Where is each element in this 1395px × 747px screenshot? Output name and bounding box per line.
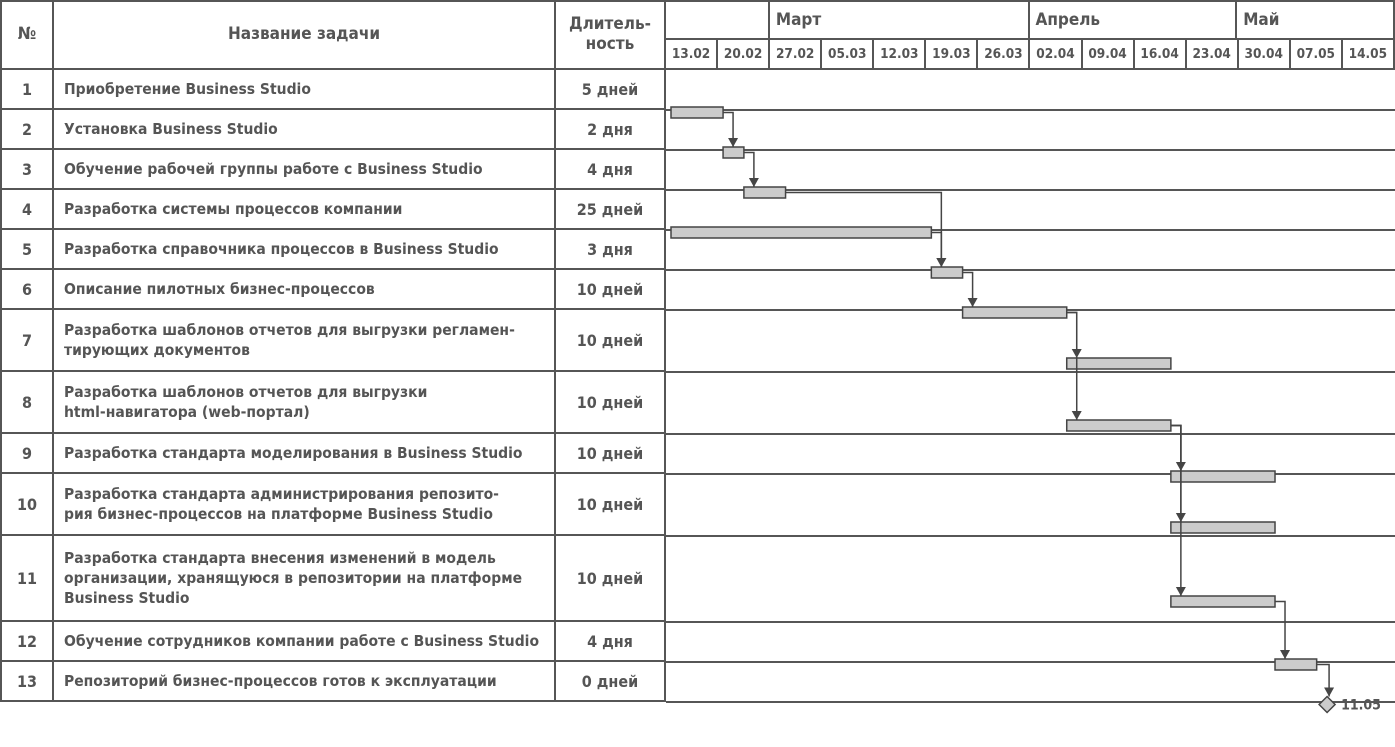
- milestone-label: 11.05: [1341, 698, 1381, 714]
- month-header: Май: [1237, 2, 1393, 38]
- task-name: Разработка шаблонов отчетов для выгрузки…: [54, 310, 556, 372]
- task-name: Приобретение Business Studio: [54, 70, 556, 110]
- task-no: 7: [0, 310, 54, 372]
- task-duration: 10 дней: [556, 372, 666, 434]
- task-duration: 10 дней: [556, 434, 666, 474]
- week-header: 19.03: [926, 40, 978, 68]
- task-no: 4: [0, 190, 54, 230]
- task-name: Обучение рабочей группы работе с Busines…: [54, 150, 556, 190]
- task-duration: 10 дней: [556, 536, 666, 622]
- week-header: 16.04: [1135, 40, 1187, 68]
- task-no: 11: [0, 536, 54, 622]
- gantt-bar: [931, 267, 962, 278]
- gantt-bar: [963, 307, 1067, 318]
- task-no: 10: [0, 474, 54, 536]
- task-duration: 2 дня: [556, 110, 666, 150]
- gantt-bar: [1171, 471, 1275, 482]
- task-no: 13: [0, 662, 54, 702]
- task-duration: 4 дня: [556, 150, 666, 190]
- task-duration: 25 дней: [556, 190, 666, 230]
- task-no: 9: [0, 434, 54, 474]
- week-header: 12.03: [874, 40, 926, 68]
- task-name: Обучение сотрудников компании работе с B…: [54, 622, 556, 662]
- task-name: Разработка стандарта внесения изменений …: [54, 536, 556, 622]
- month-header: Апрель: [1030, 2, 1238, 38]
- week-header: 20.02: [718, 40, 770, 68]
- task-duration: 5 дней: [556, 70, 666, 110]
- task-name: Разработка шаблонов отчетов для выгрузки…: [54, 372, 556, 434]
- week-header: 30.04: [1239, 40, 1291, 68]
- gantt-bar: [1171, 522, 1275, 533]
- task-name: Описание пилотных бизнес-процессов: [54, 270, 556, 310]
- week-header: 27.02: [770, 40, 822, 68]
- gantt-bar: [1171, 596, 1275, 607]
- week-header: 23.04: [1187, 40, 1239, 68]
- task-duration: 10 дней: [556, 310, 666, 372]
- task-no: 6: [0, 270, 54, 310]
- header-name: Название задачи: [54, 0, 556, 70]
- week-header: 05.03: [822, 40, 874, 68]
- task-duration: 3 дня: [556, 230, 666, 270]
- task-no: 1: [0, 70, 54, 110]
- gantt-bar: [723, 147, 744, 158]
- task-no: 5: [0, 230, 54, 270]
- gantt-bar: [1275, 659, 1317, 670]
- week-header: 02.04: [1030, 40, 1082, 68]
- week-header: 13.02: [666, 40, 718, 68]
- header-no: №: [0, 0, 54, 70]
- task-no: 12: [0, 622, 54, 662]
- task-name: Разработка системы процессов компании: [54, 190, 556, 230]
- milestone-marker: [1319, 697, 1335, 713]
- week-header: 26.03: [978, 40, 1030, 68]
- task-name: Установка Business Studio: [54, 110, 556, 150]
- task-name: Разработка стандарта моделирования в Bus…: [54, 434, 556, 474]
- task-duration: 10 дней: [556, 270, 666, 310]
- gantt-bar: [1067, 420, 1171, 431]
- task-name: Разработка стандарта администрирования р…: [54, 474, 556, 536]
- gantt-bar: [1067, 358, 1171, 369]
- gantt-bar: [671, 227, 931, 238]
- gantt-bar: [671, 107, 723, 118]
- task-duration: 10 дней: [556, 474, 666, 536]
- task-no: 8: [0, 372, 54, 434]
- task-name: Разработка справочника процессов в Busin…: [54, 230, 556, 270]
- header-duration: Длитель-ность: [556, 0, 666, 70]
- task-name: Репозиторий бизнес-процессов готов к экс…: [54, 662, 556, 702]
- month-header: Март: [770, 2, 1030, 38]
- week-header: 09.04: [1083, 40, 1135, 68]
- task-duration: 4 дня: [556, 622, 666, 662]
- gantt-bar: [744, 187, 786, 198]
- month-header: [666, 2, 770, 38]
- task-no: 3: [0, 150, 54, 190]
- task-duration: 0 дней: [556, 662, 666, 702]
- gantt-chart: №12345678910111213 Название задачиПриобр…: [0, 0, 1395, 747]
- week-header: 07.05: [1291, 40, 1343, 68]
- task-no: 2: [0, 110, 54, 150]
- week-header: 14.05: [1343, 40, 1395, 68]
